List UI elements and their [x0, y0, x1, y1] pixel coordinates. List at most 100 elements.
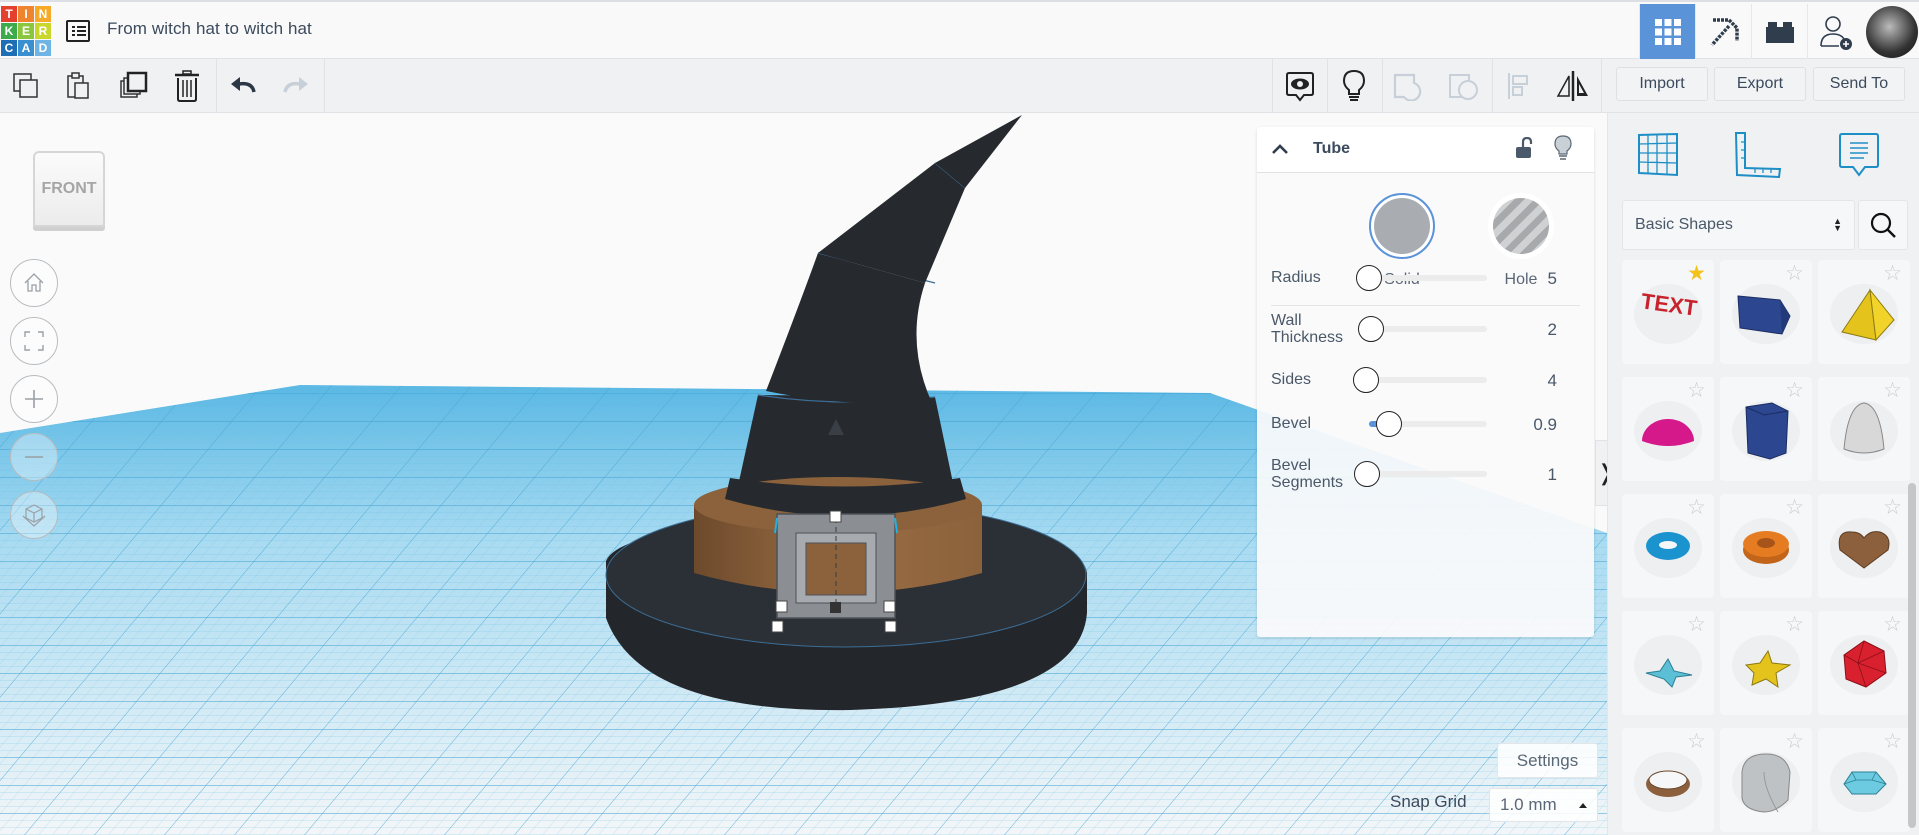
export-button[interactable]: Export — [1714, 67, 1806, 101]
updown-arrows-icon: ▲ ▼ — [1833, 216, 1842, 233]
shape-library-select[interactable]: Basic Shapes ▲ ▼ — [1622, 200, 1855, 250]
collapse-chevron-icon[interactable] — [1271, 142, 1289, 156]
favorite-star-icon[interactable]: ☆ — [1883, 379, 1902, 401]
favorite-star-icon[interactable]: ☆ — [1883, 613, 1902, 635]
cube-icon — [22, 504, 46, 527]
import-button[interactable]: Import — [1616, 67, 1708, 101]
shape-card-box[interactable]: ☆ — [1720, 260, 1812, 364]
shape-card-polygon[interactable]: ☆ — [1720, 377, 1812, 481]
ortho-perspective-button[interactable] — [10, 491, 58, 539]
favorite-star-icon[interactable]: ☆ — [1883, 496, 1902, 518]
favorite-star-icon[interactable]: ☆ — [1687, 730, 1706, 752]
favorite-star-icon[interactable]: ☆ — [1883, 262, 1902, 284]
shape-card-star[interactable]: ☆ — [1622, 611, 1714, 715]
favorite-star-icon[interactable]: ★ — [1687, 262, 1706, 284]
fit-all-button[interactable] — [10, 317, 58, 365]
redo-button[interactable] — [276, 67, 316, 105]
shape-card-half-sphere[interactable]: ☆ — [1622, 377, 1714, 481]
slider-thumb[interactable] — [1353, 367, 1379, 393]
favorite-star-icon[interactable]: ☆ — [1687, 613, 1706, 635]
favorite-star-icon[interactable]: ☆ — [1687, 496, 1706, 518]
unlock-icon[interactable] — [1515, 137, 1533, 159]
property-value[interactable]: 4 — [1548, 371, 1557, 391]
design-title[interactable]: From witch hat to witch hat — [107, 19, 312, 39]
send-to-button[interactable]: Send To — [1813, 67, 1905, 101]
shape-list-scrollbar[interactable] — [1908, 483, 1916, 828]
ungroup-button[interactable] — [1444, 67, 1484, 105]
paste-button[interactable] — [58, 67, 98, 105]
slider-track[interactable] — [1369, 326, 1487, 332]
group-icon — [1393, 73, 1422, 101]
brick-icon — [1765, 21, 1794, 43]
mirror-button[interactable] — [1553, 67, 1593, 105]
shape-card-heart[interactable]: ☆ — [1818, 494, 1910, 598]
slider-track[interactable] — [1369, 377, 1487, 383]
slider-track[interactable] — [1369, 275, 1487, 281]
favorite-star-icon[interactable]: ☆ — [1785, 496, 1804, 518]
logo-letter: T — [1, 6, 17, 22]
slider-thumb[interactable] — [1356, 265, 1382, 291]
zoom-out-button[interactable] — [10, 433, 58, 481]
copy-icon — [13, 73, 38, 98]
favorite-star-icon[interactable]: ☆ — [1785, 379, 1804, 401]
bricks-view-button[interactable] — [1751, 4, 1807, 59]
invite-user-button[interactable] — [1807, 4, 1863, 59]
zoom-in-button[interactable] — [10, 375, 58, 423]
property-value[interactable]: 5 — [1548, 269, 1557, 289]
lightbulb-icon — [1342, 69, 1366, 101]
user-avatar[interactable] — [1866, 6, 1918, 58]
shape-card-star-extruded[interactable]: ☆ — [1720, 611, 1812, 715]
favorite-star-icon[interactable]: ☆ — [1687, 379, 1706, 401]
shape-search-button[interactable] — [1858, 200, 1908, 250]
design-list-icon[interactable] — [66, 20, 90, 42]
slider-track[interactable] — [1369, 471, 1487, 477]
copy-button[interactable] — [6, 67, 46, 105]
favorite-star-icon[interactable]: ☆ — [1785, 262, 1804, 284]
home-view-button[interactable] — [10, 259, 58, 307]
shape-card-ring[interactable]: ☆ — [1622, 728, 1714, 832]
lightbulb-icon[interactable] — [1554, 135, 1572, 161]
solid-swatch — [1374, 198, 1430, 254]
shape-grid: TEXT ★ ☆ ☆ ☆ ☆ ☆ ☆ ☆ ☆ ☆ ☆ ☆ ☆ ☆ ☆ — [1622, 260, 1912, 835]
grid-icon — [1654, 18, 1681, 45]
workplane-tool-button[interactable] — [1632, 129, 1684, 181]
favorite-star-icon[interactable]: ☆ — [1785, 730, 1804, 752]
shape-library-value: Basic Shapes — [1635, 216, 1733, 233]
tinkercad-logo[interactable]: TIN KER CAD — [1, 6, 51, 56]
property-value[interactable]: 2 — [1548, 320, 1557, 340]
ruler-tool-button[interactable] — [1732, 129, 1784, 181]
shape-card-diamond[interactable]: ☆ — [1818, 728, 1910, 832]
shape-card-tube[interactable]: ☆ — [1720, 494, 1812, 598]
notes-toggle-button[interactable] — [1280, 67, 1320, 105]
shape-card-round-roof[interactable]: ☆ — [1720, 728, 1812, 832]
shape-card-text[interactable]: TEXT ★ — [1622, 260, 1714, 364]
shape-card-paraboloid[interactable]: ☆ — [1818, 377, 1910, 481]
slider-thumb[interactable] — [1354, 461, 1380, 487]
slider-thumb[interactable] — [1376, 411, 1403, 437]
snap-grid-select[interactable]: 1.0 mm — [1489, 788, 1598, 822]
favorite-star-icon[interactable]: ☆ — [1785, 613, 1804, 635]
settings-button[interactable]: Settings — [1497, 743, 1598, 778]
shape-card-torus[interactable]: ☆ — [1622, 494, 1714, 598]
property-value[interactable]: 0.9 — [1533, 415, 1557, 435]
duplicate-icon — [120, 71, 148, 98]
property-value[interactable]: 1 — [1548, 465, 1557, 485]
duplicate-button[interactable] — [114, 67, 154, 105]
slider-thumb[interactable] — [1358, 316, 1384, 342]
delete-button[interactable] — [167, 67, 207, 105]
ungroup-icon — [1449, 74, 1478, 100]
undo-button[interactable] — [223, 67, 263, 105]
favorite-star-icon[interactable]: ☆ — [1883, 730, 1902, 752]
shape-card-icosahedron[interactable]: ☆ — [1818, 611, 1910, 715]
eye-note-icon — [1286, 72, 1314, 102]
view-cube[interactable]: FRONT — [33, 151, 105, 227]
add-user-icon — [1819, 15, 1852, 50]
3d-design-view-button[interactable] — [1639, 4, 1695, 59]
logo-letter: D — [35, 40, 51, 56]
group-button[interactable] — [1389, 67, 1429, 105]
align-button[interactable] — [1499, 67, 1539, 105]
notes-tool-button[interactable] — [1833, 129, 1885, 181]
shape-card-pyramid[interactable]: ☆ — [1818, 260, 1910, 364]
show-all-button[interactable] — [1334, 67, 1374, 105]
blocks-view-button[interactable] — [1695, 4, 1751, 59]
